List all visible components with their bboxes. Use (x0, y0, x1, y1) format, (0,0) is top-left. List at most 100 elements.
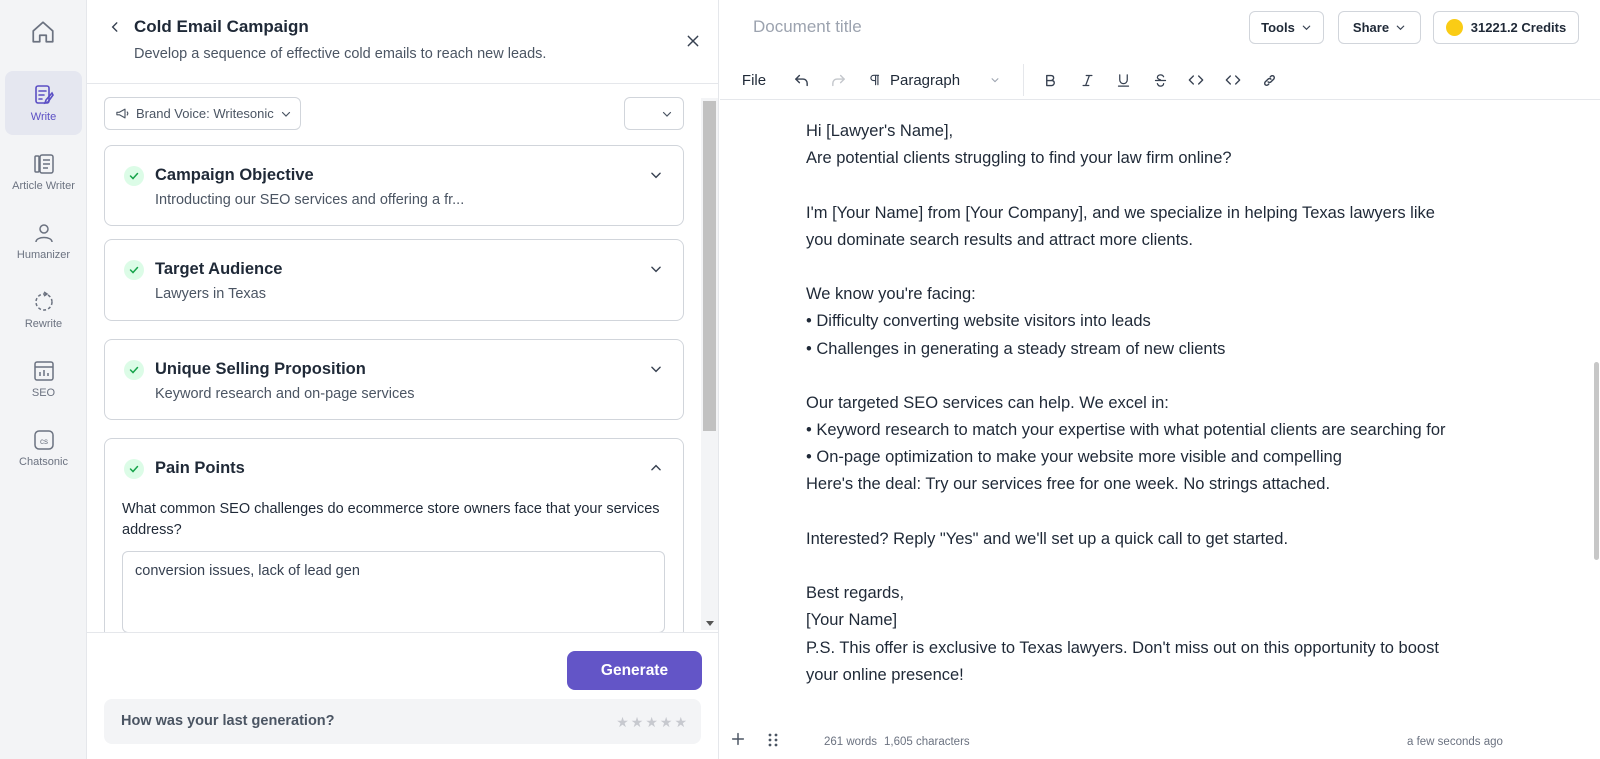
star-icon[interactable]: ★ (645, 715, 658, 729)
credits-button[interactable]: 31221.2 Credits (1433, 11, 1579, 44)
pain-points-card: Pain Points What common SEO challenges d… (104, 438, 684, 632)
editor-status-bar: 261 words 1,605 characters a few seconds… (720, 731, 1600, 755)
nav-item-write[interactable]: Write (5, 71, 82, 135)
document-line[interactable] (806, 254, 1526, 281)
document-line[interactable]: We know you're facing: (806, 281, 1526, 308)
share-button[interactable]: Share (1338, 11, 1421, 44)
document-line[interactable]: Our targeted SEO services can help. We e… (806, 390, 1526, 417)
close-icon (687, 35, 699, 47)
nav-item-rewrite[interactable]: Rewrite (5, 278, 82, 342)
credits-label: 31221.2 Credits (1470, 20, 1567, 35)
star-icon[interactable]: ★ (616, 715, 629, 729)
add-block-button[interactable] (730, 731, 746, 747)
nav-rail: Write Article Writer Humanizer Rewrite S… (0, 0, 87, 759)
brand-voice-dropdown[interactable]: Brand Voice: Writesonic (104, 97, 301, 130)
megaphone-icon (116, 108, 129, 119)
strikethrough-button[interactable] (1148, 68, 1172, 92)
scroll-down-arrow[interactable] (706, 621, 714, 626)
document-line[interactable]: Here's the deal: Try our services free f… (806, 471, 1526, 498)
star-icon[interactable]: ★ (660, 715, 673, 729)
nav-item-seo[interactable]: SEO (5, 347, 82, 411)
document-line[interactable]: • Challenges in generating a steady stre… (806, 336, 1526, 363)
document-line[interactable]: Are potential clients struggling to find… (806, 145, 1526, 172)
word-count: 261 words (824, 736, 878, 748)
code-button[interactable] (1184, 68, 1208, 92)
link-button[interactable] (1257, 68, 1281, 92)
document-line[interactable] (806, 363, 1526, 390)
star-icon[interactable]: ★ (631, 715, 644, 729)
document-line[interactable] (806, 172, 1526, 199)
unique-selling-proposition-card[interactable]: Unique Selling Proposition Keyword resea… (104, 339, 684, 420)
panel-scrollbar[interactable] (701, 98, 718, 630)
chevron-down-icon (651, 266, 661, 273)
document-line[interactable]: [Your Name] (806, 607, 1526, 634)
generate-button[interactable]: Generate (567, 651, 702, 690)
campaign-objective-card[interactable]: Campaign Objective Introducting our SEO … (104, 145, 684, 226)
pilcrow-icon (870, 74, 880, 86)
card-title: Target Audience (155, 260, 283, 278)
code-block-button[interactable] (1221, 68, 1245, 92)
check-icon (124, 260, 144, 280)
undo-icon (794, 74, 808, 86)
back-button[interactable] (105, 17, 125, 37)
star-icon[interactable]: ★ (674, 715, 687, 729)
document-line[interactable]: P.S. This offer is exclusive to Texas la… (806, 635, 1526, 662)
italic-button[interactable] (1075, 68, 1099, 92)
card-title: Pain Points (155, 459, 245, 477)
italic-icon (1082, 74, 1092, 86)
document-line[interactable]: I'm [Your Name] from [Your Company], and… (806, 200, 1526, 227)
template-panel: Cold Email Campaign Develop a sequence o… (87, 0, 719, 759)
coin-icon (1445, 19, 1463, 36)
home-button[interactable] (28, 17, 58, 47)
editor-scrollbar[interactable] (1592, 100, 1600, 720)
card-value: Introducting our SEO services and offeri… (155, 192, 465, 208)
file-menu[interactable]: File (737, 68, 771, 92)
nav-item-label: SEO (31, 387, 56, 399)
chevron-up-icon[interactable] (649, 461, 663, 475)
plus-icon (731, 732, 745, 746)
drag-handle[interactable] (767, 733, 779, 747)
document-line[interactable]: • Keyword research to match your experti… (806, 417, 1526, 444)
card-value: Lawyers in Texas (155, 286, 266, 302)
document-title-input[interactable]: Document title (753, 17, 862, 37)
person-icon (34, 224, 53, 243)
write-icon (34, 85, 54, 105)
rating-stars[interactable]: ★ ★ ★ ★ ★ (616, 715, 687, 729)
nav-item-humanizer[interactable]: Humanizer (5, 209, 82, 273)
document-line[interactable] (806, 499, 1526, 526)
card-title: Campaign Objective (155, 166, 314, 184)
language-dropdown[interactable] (624, 97, 684, 130)
chevron-down-icon (651, 366, 661, 373)
panel-title: Cold Email Campaign (134, 17, 309, 36)
grip-icon (768, 733, 778, 747)
document-line[interactable]: • On-page optimization to make your webs… (806, 444, 1526, 471)
document-line[interactable]: Interested? Reply "Yes" and we'll set up… (806, 526, 1526, 553)
underline-button[interactable] (1111, 68, 1135, 92)
close-button[interactable] (682, 30, 704, 52)
last-saved-status: a few seconds ago (1407, 736, 1503, 748)
chevron-down-icon (662, 111, 672, 117)
target-audience-card[interactable]: Target Audience Lawyers in Texas (104, 239, 684, 321)
feedback-question: How was your last generation? (121, 713, 335, 729)
document-line[interactable] (806, 553, 1526, 580)
document-body[interactable]: Hi [Lawyer's Name], Are potential clients… (806, 118, 1526, 689)
document-line[interactable]: Best regards, (806, 580, 1526, 607)
scrollbar-thumb[interactable] (1594, 362, 1599, 560)
document-line[interactable]: Hi [Lawyer's Name], (806, 118, 1526, 145)
undo-button[interactable] (789, 68, 813, 92)
nav-item-article-writer[interactable]: Article Writer (5, 140, 82, 204)
paragraph-style-dropdown[interactable]: Paragraph (868, 68, 1008, 92)
code-block-icon (1225, 75, 1241, 85)
tools-label: Tools (1261, 20, 1295, 35)
scrollbar-thumb[interactable] (703, 101, 716, 431)
chevron-down-icon (1302, 25, 1311, 31)
document-line[interactable]: • Difficulty converting website visitors… (806, 308, 1526, 335)
redo-button[interactable] (826, 68, 850, 92)
tools-button[interactable]: Tools (1249, 11, 1324, 44)
document-line[interactable]: your online presence! (806, 662, 1526, 689)
pain-points-input[interactable]: conversion issues, lack of lead gen (122, 551, 665, 632)
underline-icon (1117, 73, 1129, 87)
nav-item-chatsonic[interactable]: cs Chatsonic (5, 416, 82, 480)
bold-button[interactable] (1038, 68, 1062, 92)
document-line[interactable]: you dominate search results and attract … (806, 227, 1526, 254)
